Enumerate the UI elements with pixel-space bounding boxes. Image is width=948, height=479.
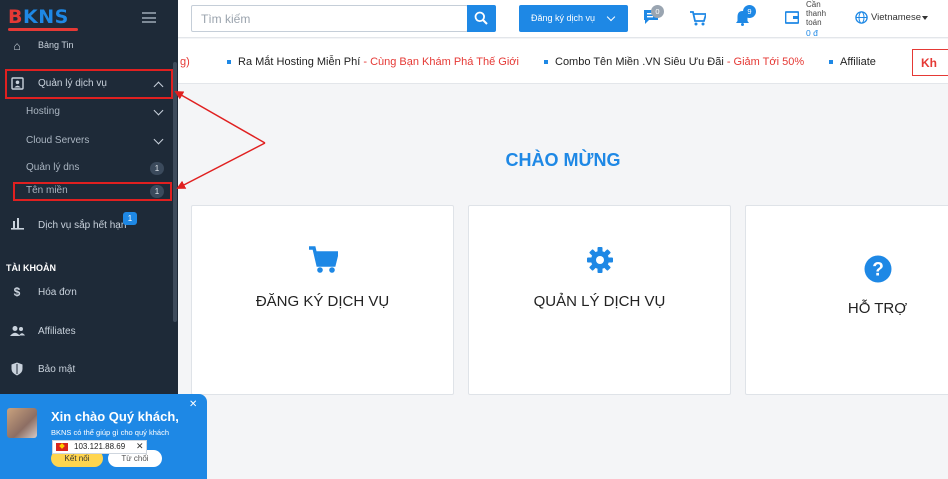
close-icon[interactable]: ✕ [136,441,144,452]
close-icon[interactable]: ✕ [189,399,197,410]
agent-avatar [7,408,37,438]
vietnam-flag-icon [56,443,68,451]
chat-widget: Xin chào Quý khách, BKNS có thể giúp gì … [0,394,207,479]
ip-address-chip: 103.121.88.69 ✕ [52,440,147,454]
chat-subtitle: BKNS có thể giúp gì cho quý khách [51,428,169,437]
chat-title: Xin chào Quý khách, [51,409,179,424]
ip-address: 103.121.88.69 [74,442,126,451]
